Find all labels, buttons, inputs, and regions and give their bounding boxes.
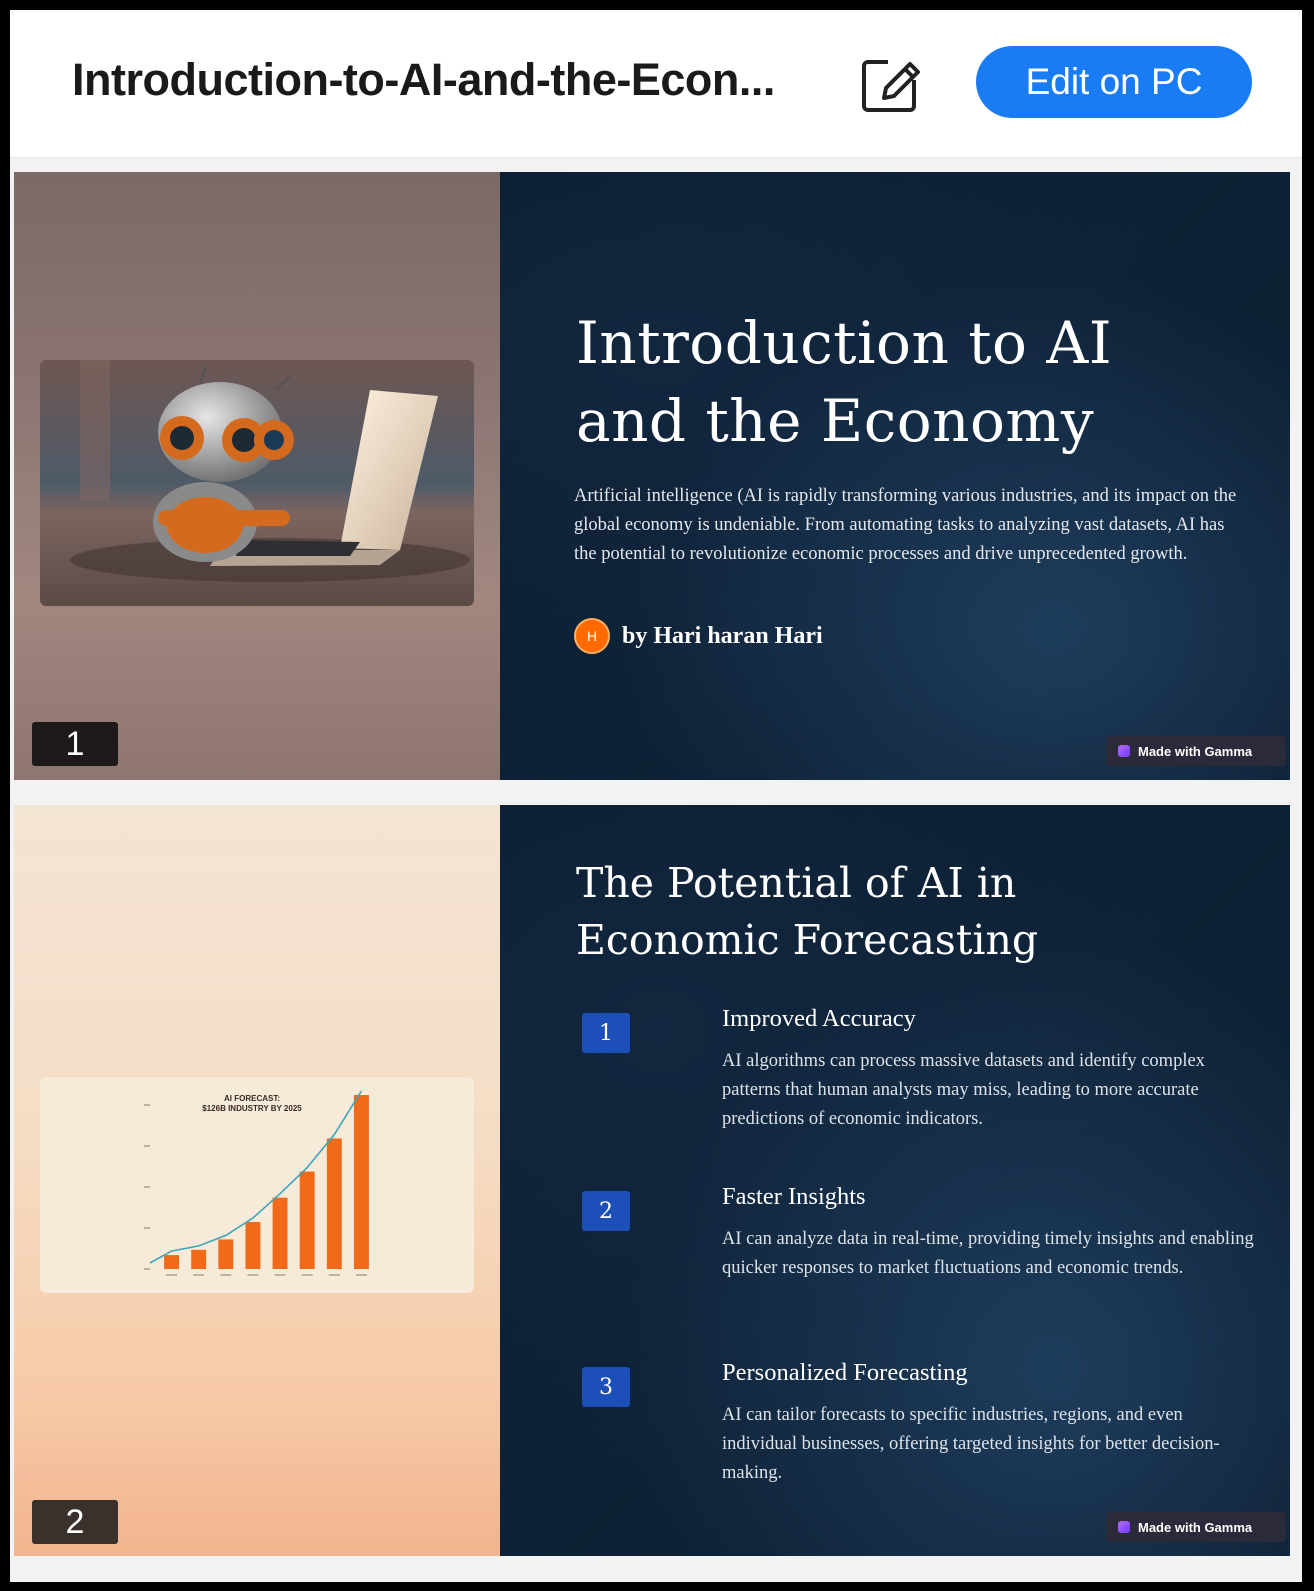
slide-1-left-panel: 1: [14, 172, 500, 780]
app-frame: Introduction-to-AI-and-the-Econ... Edit …: [6, 6, 1306, 1586]
gamma-logo-icon: [1118, 1521, 1130, 1533]
chart-bar: [299, 1171, 315, 1269]
document-title: Introduction-to-AI-and-the-Econ...: [72, 54, 775, 105]
slide-1-right-panel: Introduction to AI and the Economy Artif…: [500, 172, 1290, 780]
slide-1-body: Artificial intelligence (AI is rapidly t…: [574, 486, 1237, 564]
slide-2-right-panel: The Potential of AI in Economic Forecast…: [500, 805, 1290, 1556]
chart-bar: [218, 1239, 234, 1269]
slide-1-title: Introduction to AI and the Economy: [576, 304, 1236, 460]
chart-y-axis: [144, 1104, 150, 1270]
gamma-badge-label: Made with Gamma: [1138, 1519, 1253, 1535]
made-with-gamma-badge[interactable]: Made with Gamma: [1106, 1512, 1286, 1542]
slide-2[interactable]: AI FORECAST: $126B INDUSTRY BY 2025 2 Th…: [14, 805, 1290, 1556]
chart-bar: [272, 1197, 288, 1269]
chart-title-line-1: AI FORECAST:: [224, 1094, 280, 1103]
chart-title-line-2: $126B INDUSTRY BY 2025: [202, 1104, 302, 1113]
point-number-badge: 3: [582, 1367, 630, 1407]
point-title: Personalized Forecasting: [722, 1359, 968, 1386]
chart-bar: [326, 1138, 342, 1269]
point-body: AI can analyze data in real-time, provid…: [722, 1229, 1254, 1278]
point-title: Improved Accuracy: [722, 1005, 916, 1032]
author-avatar: H: [574, 618, 610, 654]
point-body: AI algorithms can process massive datase…: [722, 1051, 1205, 1129]
author-name: by Hari haran Hari: [622, 622, 823, 649]
slide-number-2: 2: [32, 1500, 118, 1544]
robot-laptop-image: [40, 360, 474, 606]
edit-on-pc-button[interactable]: Edit on PC: [976, 46, 1252, 118]
made-with-gamma-badge[interactable]: Made with Gamma: [1106, 736, 1286, 766]
ai-forecast-chart-image: AI FORECAST: $126B INDUSTRY BY 2025: [40, 1077, 474, 1293]
gamma-logo-icon: [1118, 745, 1130, 757]
point-title: Faster Insights: [722, 1183, 866, 1210]
slide-2-left-panel: AI FORECAST: $126B INDUSTRY BY 2025 2: [14, 805, 500, 1556]
chart-bar: [245, 1222, 261, 1269]
slide-2-title-line-2: Economic Forecasting: [576, 916, 1039, 964]
point-number-badge: 2: [582, 1191, 630, 1231]
point-body: AI can tailor forecasts to specific indu…: [722, 1405, 1220, 1483]
slide-1-title-line-1: Introduction to AI: [576, 309, 1113, 377]
slide-number-1: 1: [32, 722, 118, 766]
slide-2-title-line-1: The Potential of AI in: [576, 859, 1017, 907]
gamma-badge-label: Made with Gamma: [1138, 743, 1253, 759]
author-row: H by Hari haran Hari: [574, 618, 823, 654]
point-number-badge: 1: [582, 1013, 630, 1053]
slide-1-title-line-2: and the Economy: [576, 387, 1095, 455]
forecast-chart: AI FORECAST: $126B INDUSTRY BY 2025: [144, 1090, 369, 1276]
slide-2-title: The Potential of AI in Economic Forecast…: [576, 855, 1276, 969]
edit-pencil-icon[interactable]: [858, 54, 928, 114]
chart-bar: [164, 1255, 180, 1269]
slide-1[interactable]: 1 Introduction to AI and the Economy Art…: [14, 172, 1290, 780]
chart-bars: [164, 1095, 369, 1276]
chart-bar: [353, 1095, 369, 1269]
header-bar: Introduction-to-AI-and-the-Econ... Edit …: [10, 10, 1302, 158]
chart-bar: [191, 1249, 207, 1269]
